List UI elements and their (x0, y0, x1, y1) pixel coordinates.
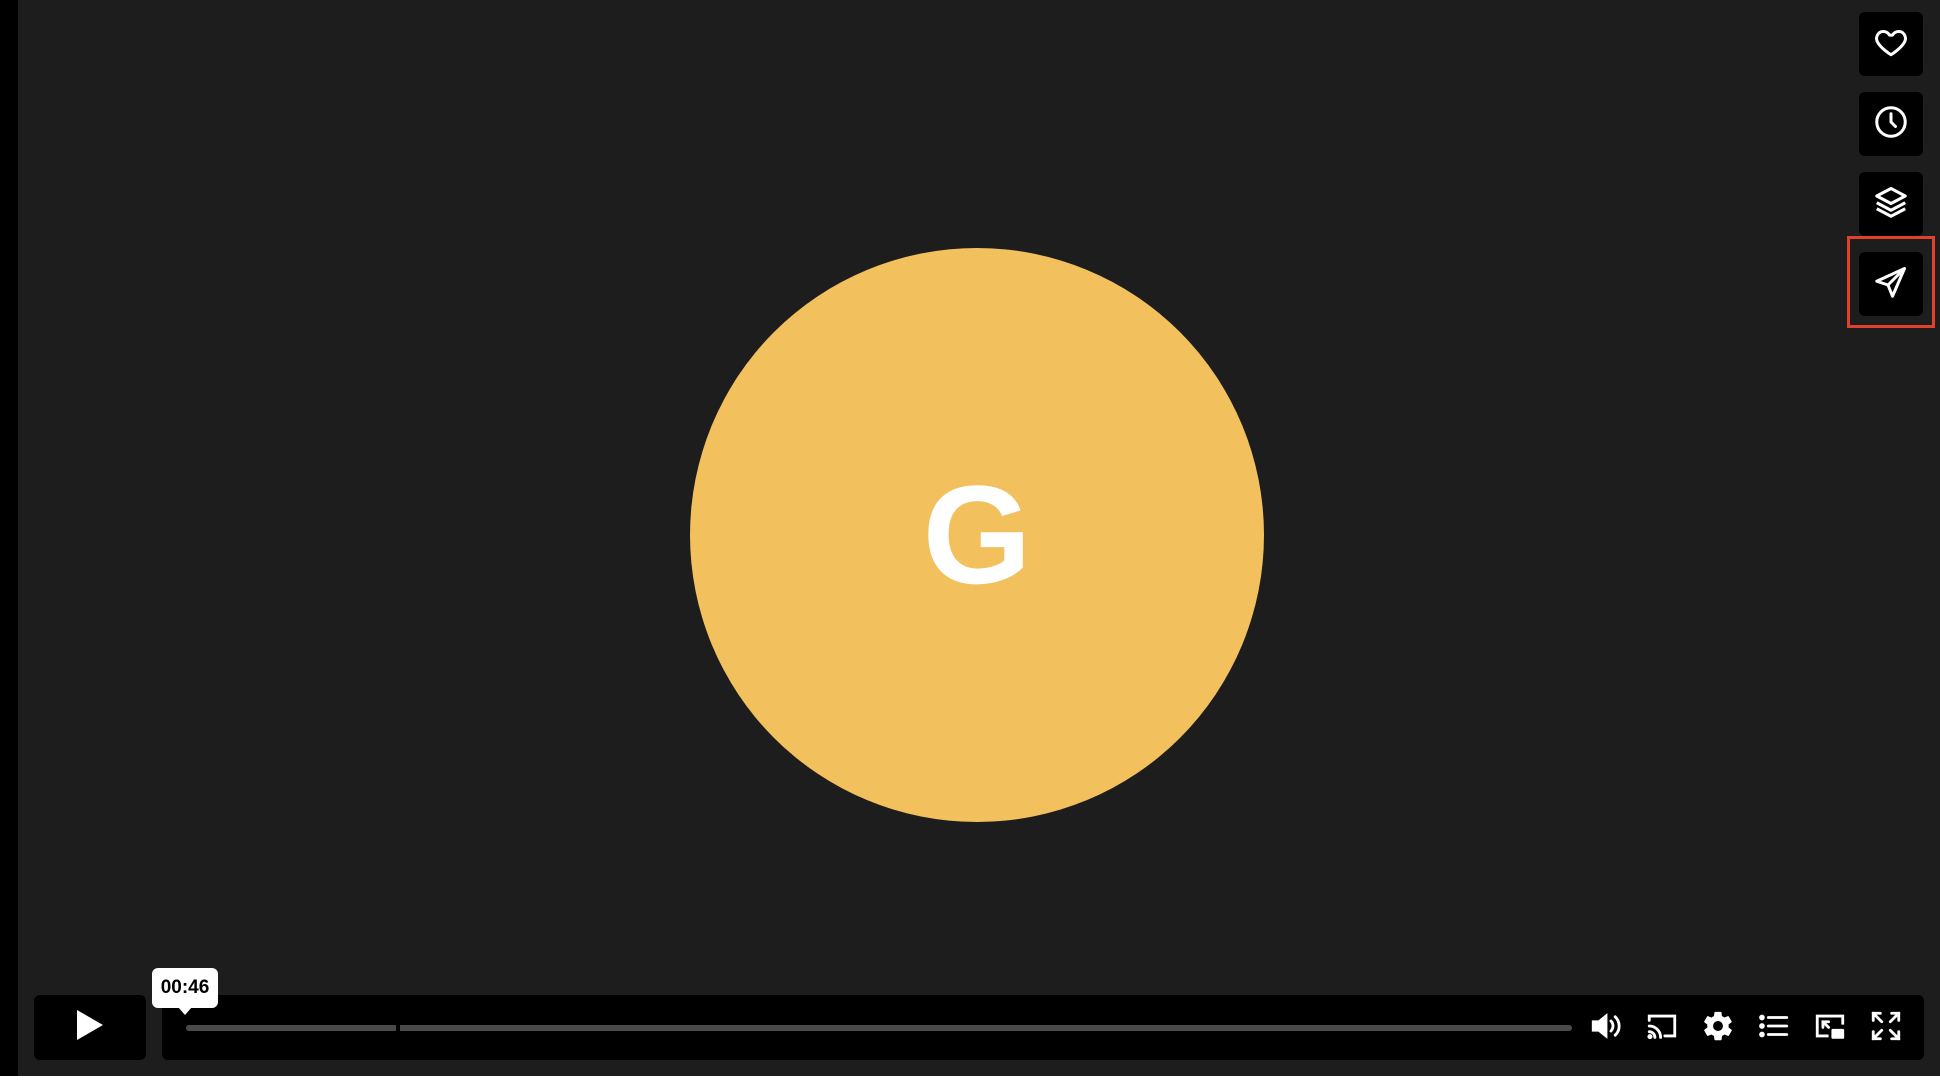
share-button[interactable] (1859, 252, 1923, 316)
settings-button[interactable] (1698, 1009, 1738, 1047)
like-button[interactable] (1859, 12, 1923, 76)
play-icon (75, 1008, 105, 1047)
control-bar (162, 995, 1924, 1060)
paper-plane-icon (1873, 264, 1909, 305)
collections-button[interactable] (1859, 172, 1923, 236)
picture-in-picture-button[interactable] (1810, 1009, 1850, 1047)
fullscreen-button[interactable] (1866, 1009, 1906, 1047)
clock-icon (1873, 104, 1909, 145)
page: G 00:46 (0, 0, 1940, 1080)
volume-icon (1588, 1009, 1624, 1048)
progress-bar[interactable] (186, 1024, 1572, 1032)
picture-in-picture-icon (1812, 1009, 1848, 1048)
chapters-list-icon (1756, 1009, 1792, 1048)
layers-icon (1873, 184, 1909, 225)
fullscreen-icon (1868, 1009, 1904, 1048)
play-button[interactable] (34, 995, 146, 1060)
time-tooltip: 00:46 (152, 968, 218, 1015)
volume-button[interactable] (1586, 1009, 1626, 1047)
progress-buffered (186, 1025, 1572, 1031)
cast-icon (1644, 1009, 1680, 1048)
settings-icon (1700, 1009, 1736, 1048)
progress-chapter-divider (396, 1024, 400, 1032)
watch-later-button[interactable] (1859, 92, 1923, 156)
video-player[interactable]: G 00:46 (18, 0, 1940, 1076)
creator-avatar: G (690, 248, 1264, 822)
avatar-letter: G (922, 456, 1032, 613)
heart-icon (1873, 24, 1909, 65)
chapters-button[interactable] (1754, 1009, 1794, 1047)
cast-button[interactable] (1642, 1009, 1682, 1047)
left-edge-strip (0, 0, 18, 1076)
